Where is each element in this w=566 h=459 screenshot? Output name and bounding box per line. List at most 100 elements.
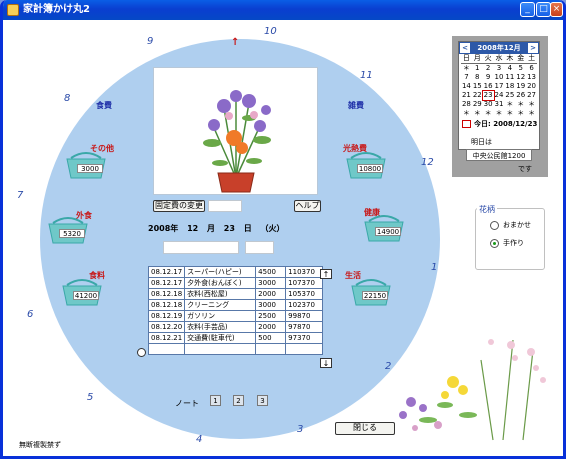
calendar-day[interactable]: 4 <box>504 64 515 73</box>
ledger-cell-date: 08.12.20 <box>147 321 186 333</box>
calendar-day[interactable]: ＊ <box>526 100 537 109</box>
amount-input[interactable] <box>245 241 274 254</box>
basket-gaishoku[interactable]: 5320 <box>45 215 91 245</box>
calendar-day[interactable]: 3 <box>494 64 505 73</box>
client-area: 9 ↑ 10 11 12 1 2 3 4 5 6 7 8 食費 雑費 その他 光… <box>3 20 563 456</box>
basket-kenkou[interactable]: 14900 <box>361 213 407 243</box>
top-arrow-icon: ↑ <box>231 37 240 48</box>
scroll-up-button[interactable]: ↑ <box>320 269 332 279</box>
clock-number-4: 4 <box>196 434 203 445</box>
ledger-cell-balance: 102370 <box>285 299 324 311</box>
amount-sonota: 3000 <box>77 164 103 173</box>
calendar-weekday: 日 <box>461 54 472 64</box>
note-3-button[interactable]: 3 <box>257 395 268 406</box>
calendar-day[interactable]: 30 <box>483 100 494 109</box>
note-label: ノート <box>175 399 199 408</box>
calendar-day[interactable]: ＊ <box>526 109 537 118</box>
calendar-weekday: 土 <box>526 54 537 64</box>
basket-kounetsu[interactable]: 10800 <box>343 150 389 180</box>
table-row[interactable]: 08.12.21 交通費(駐車代) 500 97370 <box>147 332 324 344</box>
clock-number-6: 6 <box>27 309 34 320</box>
basket-seikatsu[interactable]: 22150 <box>348 277 394 307</box>
option-auto-label: おまかせ <box>503 221 531 229</box>
table-row[interactable]: 08.12.18 衣料(西松屋) 2000 105370 <box>147 288 324 300</box>
calendar-day[interactable]: 29 <box>472 100 483 109</box>
close-icon[interactable]: × <box>550 2 563 17</box>
calendar-day[interactable]: 18 <box>504 82 515 91</box>
ledger-cell-item: スーパー(ハピー) <box>184 266 257 278</box>
prev-month-button[interactable]: < <box>460 43 470 53</box>
fixed-cost-change-button[interactable]: 固定費の変更 <box>153 200 205 212</box>
basket-sonota[interactable]: 3000 <box>63 150 109 180</box>
ledger-cell-amount: 4500 <box>255 266 287 278</box>
calendar-day[interactable]: 26 <box>515 91 526 100</box>
calendar-day[interactable]: 5 <box>515 64 526 73</box>
calendar-day[interactable]: 16 <box>483 82 494 91</box>
calendar-day[interactable]: ＊ <box>515 100 526 109</box>
calendar-day[interactable]: ＊ <box>483 109 494 118</box>
calendar-day[interactable]: 12 <box>515 73 526 82</box>
app-icon <box>7 4 19 16</box>
calendar-day[interactable]: 17 <box>494 82 505 91</box>
ledger-cell-date: 08.12.19 <box>147 310 186 322</box>
calendar-day[interactable]: ＊ <box>504 109 515 118</box>
calendar-today[interactable]: 今日: 2008/12/23 <box>459 119 539 129</box>
calendar-day[interactable]: 9 <box>483 73 494 82</box>
calendar-day[interactable]: 28 <box>461 100 472 109</box>
calendar-day[interactable]: 1 <box>472 64 483 73</box>
calendar-day[interactable]: 25 <box>504 91 515 100</box>
calendar-day[interactable]: 21 <box>461 91 472 100</box>
ledger-cell-item: 交通費(駐車代) <box>184 332 257 344</box>
clock-number-11: 11 <box>360 70 373 81</box>
calendar-day[interactable]: 7 <box>461 73 472 82</box>
calendar-day[interactable]: ＊ <box>472 109 483 118</box>
calendar-day[interactable]: 13 <box>526 73 537 82</box>
calendar-day[interactable]: ＊ <box>461 64 472 73</box>
calendar-day[interactable]: 20 <box>526 82 537 91</box>
calendar-day[interactable]: 24 <box>494 91 505 100</box>
calendar-day[interactable]: 19 <box>515 82 526 91</box>
maximize-icon[interactable]: □ <box>536 2 551 17</box>
calendar-day[interactable]: 10 <box>494 73 505 82</box>
calendar-day[interactable]: 22 <box>472 91 483 100</box>
calendar-day[interactable]: 14 <box>461 82 472 91</box>
calendar-day[interactable]: 6 <box>526 64 537 73</box>
calendar-day[interactable]: 2 <box>483 64 494 73</box>
option-auto-radio[interactable]: おまかせ <box>490 220 531 230</box>
table-row[interactable]: 08.12.20 衣料(手芸品) 2000 97870 <box>147 321 324 333</box>
calendar-day[interactable]: 15 <box>472 82 483 91</box>
calendar-day[interactable]: ＊ <box>515 109 526 118</box>
calendar-day[interactable]: 31 <box>494 100 505 109</box>
main-window: 家計簿かけ丸2 _ □ × 9 ↑ 10 11 12 1 2 3 4 5 6 7… <box>0 0 566 459</box>
tomorrow-place-field[interactable]: 中央公民館1200 <box>466 149 532 161</box>
scroll-down-button[interactable]: ↓ <box>320 358 332 368</box>
minimize-icon[interactable]: _ <box>520 2 535 17</box>
calendar-day[interactable]: 8 <box>472 73 483 82</box>
table-row[interactable]: 08.12.17 夕外食(おんぼく) 3000 107370 <box>147 277 324 289</box>
row-selector-radio[interactable] <box>137 348 146 357</box>
basket-shokuryou[interactable]: 41200 <box>59 277 105 307</box>
calendar-day[interactable]: ＊ <box>494 109 505 118</box>
next-month-button[interactable]: > <box>528 43 538 53</box>
item-input[interactable] <box>163 241 239 254</box>
flowers-decoration-icon <box>399 339 546 441</box>
table-row[interactable]: 08.12.19 ガソリン 2500 99870 <box>147 310 324 322</box>
ledger-cell-date <box>147 343 186 355</box>
table-row[interactable] <box>147 343 324 355</box>
calendar-day[interactable]: 23 <box>481 90 495 101</box>
option-hand-radio[interactable]: 手作り <box>490 238 524 248</box>
table-row[interactable]: 08.12.18 クリーニング 3000 102370 <box>147 299 324 311</box>
title-bar[interactable]: 家計簿かけ丸2 _ □ × <box>3 0 563 20</box>
calendar-day[interactable]: 11 <box>504 73 515 82</box>
ledger-cell-item: 夕外食(おんぼく) <box>184 277 257 289</box>
calendar-day[interactable]: ＊ <box>504 100 515 109</box>
note-2-button[interactable]: 2 <box>233 395 244 406</box>
calendar-weekday: 木 <box>504 54 516 64</box>
help-button[interactable]: ヘルプ <box>294 200 321 212</box>
clock-number-5: 5 <box>87 392 94 403</box>
note-1-button[interactable]: 1 <box>210 395 221 406</box>
table-row[interactable]: 08.12.17 スーパー(ハピー) 4500 110370 <box>147 266 324 278</box>
calendar-day[interactable]: ＊ <box>461 109 472 118</box>
fixed-cost-input[interactable] <box>208 200 242 212</box>
calendar-day[interactable]: 27 <box>526 91 537 100</box>
